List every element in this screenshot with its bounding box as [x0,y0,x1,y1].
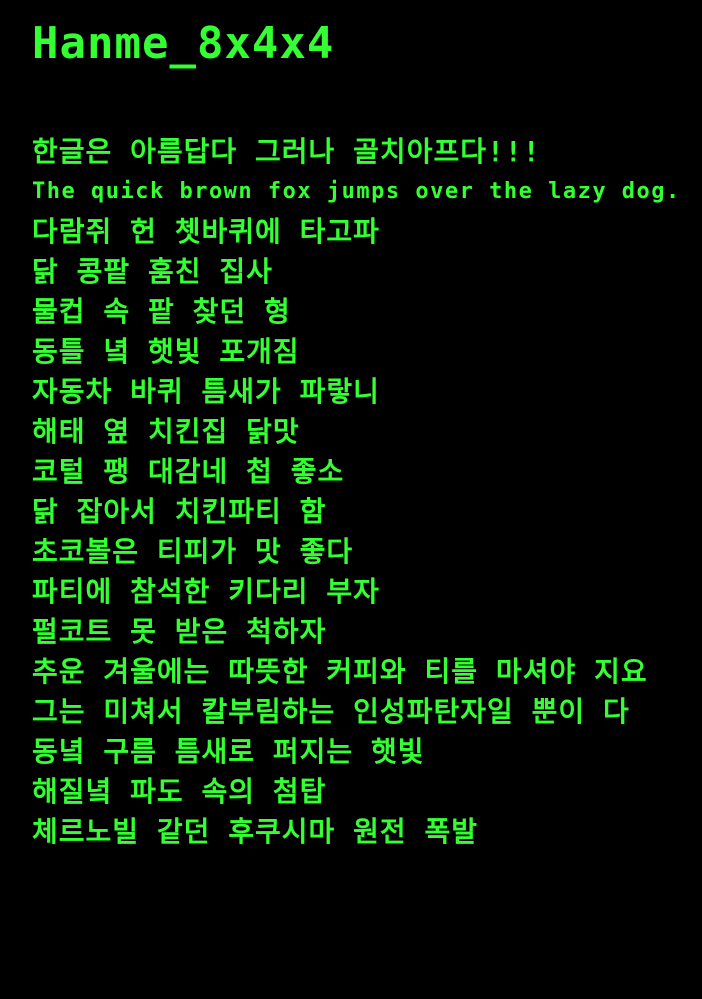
specimen-line: 펄코트 못 받은 척하자 [32,615,327,648]
specimen-line: 파티에 참석한 키다리 부자 [32,575,380,608]
specimen-line: 해태 옆 치킨집 닭맛 [32,415,300,448]
specimen-line: 다람쥐 헌 쳇바퀴에 타고파 [32,215,380,248]
specimen-line: 닭 콩팥 훔친 집사 [32,255,273,288]
specimen-line: 자동차 바퀴 틈새가 파랗니 [32,375,380,408]
specimen-line: 초코볼은 티피가 맛 좋다 [32,535,354,568]
specimen-line-latin: The quick brown fox jumps over the lazy … [32,179,681,204]
specimen-line: 물컵 속 팥 찾던 형 [32,295,291,328]
specimen-line: 닭 잡아서 치킨파티 함 [32,495,327,528]
specimen-line: 체르노빌 같던 후쿠시마 원전 폭발 [32,815,479,848]
specimen-line: 동녘 구름 틈새로 퍼지는 햇빛 [32,735,425,768]
specimen-line: 해질녘 파도 속의 첨탑 [32,775,327,808]
specimen-line: 추운 겨울에는 따뜻한 커피와 티를 마셔야 지요 [32,655,648,688]
specimen-line: 동틀 녘 햇빛 포개짐 [32,335,300,368]
specimen-line: 그는 미쳐서 칼부림하는 인성파탄자일 뿐이 다 [32,695,630,728]
font-specimen-page: Hanme_8x4x4 한글은 아름답다 그러나 골치아프다!!! The qu… [32,18,682,852]
specimen-line: 한글은 아름답다 그러나 골치아프다!!! [32,135,541,168]
page-title: Hanme_8x4x4 [32,18,335,69]
specimen-line: 코털 팽 대감네 첩 좋소 [32,455,345,488]
specimen-lines: 한글은 아름답다 그러나 골치아프다!!! The quick brown fo… [32,132,682,852]
